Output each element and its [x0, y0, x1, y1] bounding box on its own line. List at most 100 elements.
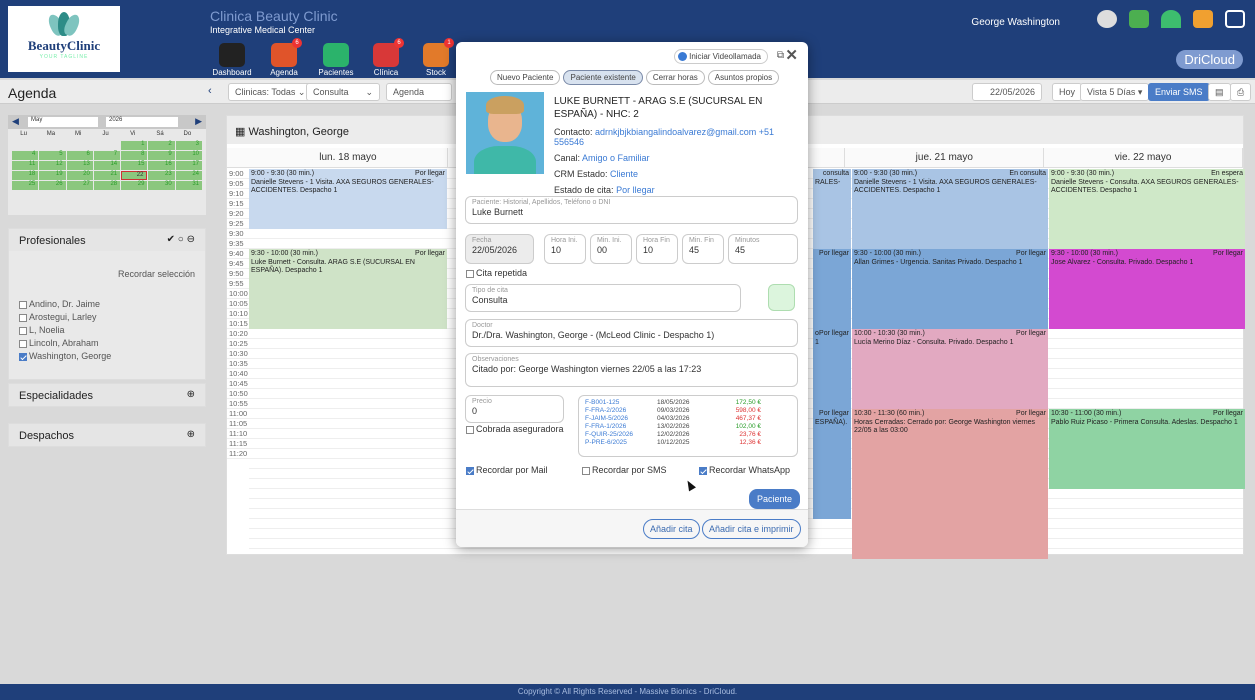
- appointment-block[interactable]: Por llegar o 1: [813, 329, 851, 409]
- chat-icon[interactable]: [1193, 10, 1213, 28]
- invoice-row[interactable]: F-B001-125 18/05/2026 172,50 €: [585, 399, 791, 407]
- calendar-day[interactable]: 9: [148, 151, 175, 160]
- calendar-day[interactable]: 14: [93, 161, 121, 170]
- clinic-logo[interactable]: BeautyClinic YOUR TAGLINE: [8, 6, 120, 72]
- profesional-item[interactable]: L, Noelia: [19, 325, 195, 335]
- appointment-block[interactable]: Por llegar 10:30 - 11:30 (60 min.) Horas C…: [852, 409, 1048, 559]
- calendar-day[interactable]: 4: [12, 151, 39, 160]
- wifi-icon[interactable]: [1161, 10, 1181, 28]
- user-tree-icon[interactable]: [1129, 10, 1149, 28]
- calendar-day[interactable]: 19: [39, 171, 66, 180]
- calendar-day[interactable]: 5: [39, 151, 66, 160]
- invoice-id[interactable]: F-B001-125: [585, 399, 657, 407]
- profesional-checkbox[interactable]: [19, 339, 27, 348]
- prev-month-icon[interactable]: ◀: [12, 116, 19, 127]
- remember-selection-link[interactable]: Recordar selección: [19, 269, 195, 279]
- patient-search-input[interactable]: Paciente: Historial, Apellidos, Teléfono…: [465, 196, 798, 224]
- precio-input[interactable]: Precio 0: [465, 395, 564, 423]
- appointment-block[interactable]: Por llegar 9:30 - 10:00 (30 min.) Jose Alv…: [1049, 249, 1245, 329]
- profesional-checkbox[interactable]: [19, 352, 27, 361]
- min-ini-field[interactable]: Min. Ini. 00: [590, 234, 632, 264]
- calendar-day[interactable]: 18: [12, 171, 39, 180]
- recordar-whatsapp-checkbox[interactable]: Recordar WhatsApp: [699, 465, 790, 475]
- user-avatar[interactable]: [1097, 10, 1117, 28]
- video-call-button[interactable]: Iniciar Videollamada: [674, 49, 768, 65]
- despachos-panel[interactable]: Despachos ⊕: [8, 423, 206, 447]
- cita-repetida-checkbox[interactable]: Cita repetida: [466, 268, 527, 278]
- nav-item-stock[interactable]: 1 Stock: [412, 38, 460, 77]
- calendar-day[interactable]: 11: [12, 161, 39, 170]
- invoice-id[interactable]: P-PRE-6/2025: [585, 439, 657, 447]
- cobrada-aseguradora-checkbox[interactable]: Cobrada aseguradora: [466, 424, 564, 434]
- calendar-day[interactable]: 8: [121, 151, 148, 160]
- appointment-block[interactable]: Por llegar 9:00 - 9:30 (30 min.) Danielle …: [249, 169, 447, 229]
- minutos-field[interactable]: Minutos 45: [728, 234, 798, 264]
- min-fin-field[interactable]: Min. Fin 45: [682, 234, 724, 264]
- calendar-day[interactable]: 3: [175, 141, 202, 150]
- calendar-day[interactable]: 16: [148, 161, 175, 170]
- copy-icon[interactable]: ⧉: [777, 50, 784, 61]
- doctor-select[interactable]: Doctor Dr./Dra. Washington, George - (McL…: [465, 319, 798, 347]
- color-picker[interactable]: [768, 284, 795, 311]
- nav-item-dashboard[interactable]: Dashboard: [208, 43, 256, 77]
- next-month-icon[interactable]: ▶: [195, 116, 202, 127]
- year-select[interactable]: 2026: [106, 117, 178, 127]
- tab-nuevo-paciente[interactable]: Nuevo Paciente: [490, 70, 561, 85]
- hora-ini-field[interactable]: Hora Ini. 10: [544, 234, 586, 264]
- collapse-sidebar-icon[interactable]: ‹: [208, 85, 212, 97]
- add-and-print-button[interactable]: Añadir cita e imprimir: [702, 519, 801, 539]
- profesional-item[interactable]: Andino, Dr. Jaime: [19, 299, 195, 309]
- calendar-day[interactable]: 1: [121, 141, 148, 150]
- tab-cerrar-horas[interactable]: Cerrar horas: [645, 70, 705, 85]
- calendar-day[interactable]: 21: [93, 171, 121, 180]
- printer-icon[interactable]: ⎙: [1230, 83, 1252, 101]
- appointment-block[interactable]: Por llegar 9:30 - 10:00 (30 min.) Allan Gr…: [852, 249, 1048, 329]
- appointment-block[interactable]: consulta RALES-: [813, 169, 851, 249]
- calendar-day[interactable]: 12: [39, 161, 66, 170]
- expand-icon[interactable]: ⊕: [187, 389, 195, 400]
- profesional-item[interactable]: Lincoln, Abraham: [19, 338, 195, 348]
- today-button[interactable]: Hoy: [1052, 83, 1083, 101]
- calendar-day[interactable]: 6: [66, 151, 93, 160]
- appointment-block[interactable]: Por llegar ESPAÑA).: [813, 409, 851, 519]
- calendar-day[interactable]: 30: [148, 181, 175, 190]
- appointment-block[interactable]: Por llegar: [813, 249, 851, 329]
- tipo-cita-select[interactable]: Tipo de cita Consulta: [465, 284, 741, 312]
- invoice-row[interactable]: F-FRA-2/2026 09/03/2026 598,00 €: [585, 407, 791, 415]
- send-sms-button[interactable]: Enviar SMS: [1148, 83, 1210, 101]
- profesional-checkbox[interactable]: [19, 313, 27, 322]
- calendar-day[interactable]: 20: [66, 171, 93, 180]
- calendar-day[interactable]: 31: [175, 181, 202, 190]
- estado-value[interactable]: Por llegar: [616, 185, 655, 195]
- invoice-id[interactable]: F-QUIR-25/2026: [585, 431, 657, 439]
- especialidades-panel[interactable]: Especialidades ⊕: [8, 383, 206, 407]
- appointment-block[interactable]: Por llegar 10:00 - 10:30 (30 min.) Lucía M…: [852, 329, 1048, 409]
- tab-paciente-existente[interactable]: Paciente existente: [563, 70, 643, 85]
- logout-icon[interactable]: [1225, 10, 1245, 28]
- month-select[interactable]: May: [28, 117, 98, 127]
- calendar-day[interactable]: 7: [93, 151, 121, 160]
- recordar-sms-checkbox[interactable]: Recordar por SMS: [582, 465, 667, 475]
- invoice-id[interactable]: F-FRA-2/2026: [585, 407, 657, 415]
- user-name[interactable]: George Washington: [971, 17, 1060, 28]
- close-icon[interactable]: ✕: [785, 46, 798, 64]
- calendar-day[interactable]: 2: [148, 141, 175, 150]
- appointment-block[interactable]: Por llegar 10:30 - 11:00 (30 min.) Pablo R…: [1049, 409, 1245, 489]
- expand-icon[interactable]: ⊕: [187, 429, 195, 440]
- consulta-filter-select[interactable]: Consulta ⌄: [306, 83, 380, 101]
- appointment-block[interactable]: En espera 9:00 - 9:30 (30 min.) Danielle S…: [1049, 169, 1245, 249]
- profesional-checkbox[interactable]: [19, 300, 27, 309]
- appointment-block[interactable]: En consulta 9:00 - 9:30 (30 min.) Danielle…: [852, 169, 1048, 249]
- add-appointment-button[interactable]: Añadir cita: [643, 519, 700, 539]
- fecha-field[interactable]: Fecha 22/05/2026: [465, 234, 534, 264]
- invoice-id[interactable]: F-JAIM-5/2026: [585, 415, 657, 423]
- canal-value[interactable]: Amigo o Familiar: [582, 153, 650, 163]
- nav-item-agenda[interactable]: 6 Agenda: [260, 38, 308, 77]
- calendar-day[interactable]: 10: [175, 151, 202, 160]
- panel-actions-icon[interactable]: ✔ ○ ⊖: [167, 234, 195, 245]
- recordar-mail-checkbox[interactable]: Recordar por Mail: [466, 465, 548, 475]
- print-icon[interactable]: ▤: [1208, 83, 1231, 101]
- invoice-id[interactable]: F-FRA-1/2026: [585, 423, 657, 431]
- calendar-day[interactable]: 29: [121, 181, 148, 190]
- invoice-row[interactable]: F-FRA-1/2026 13/02/2026 102,00 €: [585, 423, 791, 431]
